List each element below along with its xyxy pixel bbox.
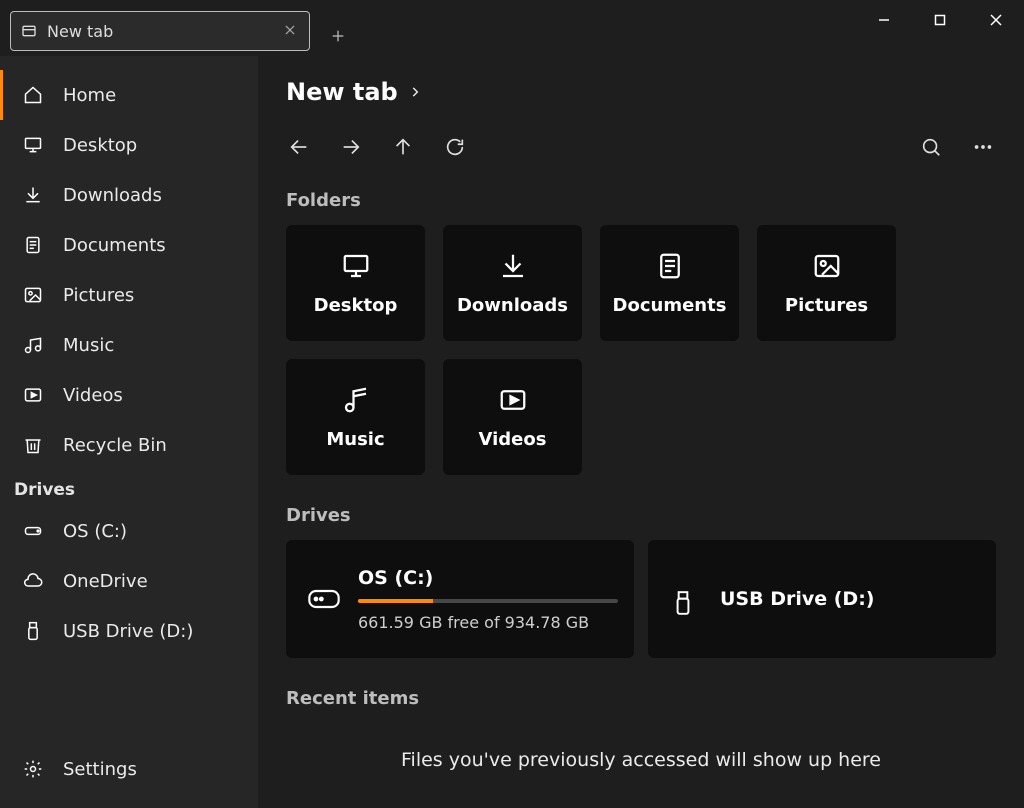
- usb-icon: [670, 588, 700, 610]
- folder-label: Music: [326, 429, 384, 450]
- main-content: New tab: [258, 56, 1024, 808]
- titlebar: New tab: [0, 0, 1024, 56]
- folder-label: Documents: [613, 295, 727, 316]
- sidebar-item-label: Music: [63, 335, 114, 356]
- sidebar-item-label: Desktop: [63, 135, 137, 156]
- folder-card-downloads[interactable]: Downloads: [443, 225, 582, 341]
- folder-card-pictures[interactable]: Pictures: [757, 225, 896, 341]
- drive-name: OS (C:): [358, 567, 618, 589]
- monitor-icon: [341, 251, 371, 281]
- tab-title: New tab: [47, 22, 273, 41]
- sidebar-item-downloads[interactable]: Downloads: [0, 170, 258, 220]
- music-icon: [341, 385, 371, 415]
- sidebar-item-drive-c[interactable]: OS (C:): [0, 506, 258, 556]
- sidebar-item-pictures[interactable]: Pictures: [0, 270, 258, 320]
- window-controls: [856, 0, 1024, 40]
- folder-card-documents[interactable]: Documents: [600, 225, 739, 341]
- folders-section-title: Folders: [286, 190, 996, 211]
- video-icon: [498, 385, 528, 415]
- chevron-right-icon: [408, 85, 422, 99]
- drive-icon: [23, 521, 43, 541]
- sidebar-item-label: Recycle Bin: [63, 435, 167, 456]
- sidebar-item-recycle-bin[interactable]: Recycle Bin: [0, 420, 258, 470]
- up-button[interactable]: [390, 134, 416, 160]
- home-icon: [23, 85, 43, 105]
- recent-empty-message: Files you've previously accessed will sh…: [286, 749, 996, 771]
- music-icon: [23, 335, 43, 355]
- drive-info: USB Drive (D:): [720, 588, 974, 610]
- close-window-button[interactable]: [968, 0, 1024, 40]
- sidebar-item-onedrive[interactable]: OneDrive: [0, 556, 258, 606]
- more-options-button[interactable]: [970, 134, 996, 160]
- sidebar-item-label: Pictures: [63, 285, 134, 306]
- document-icon: [655, 251, 685, 281]
- drive-info: OS (C:) 661.59 GB free of 934.78 GB: [358, 567, 618, 632]
- drive-name: USB Drive (D:): [720, 588, 974, 610]
- monitor-icon: [23, 135, 43, 155]
- sidebar-item-label: Downloads: [63, 185, 162, 206]
- image-icon: [23, 285, 43, 305]
- document-icon: [23, 235, 43, 255]
- folder-label: Desktop: [314, 295, 398, 316]
- cloud-icon: [23, 571, 43, 591]
- download-icon: [498, 251, 528, 281]
- breadcrumb[interactable]: New tab: [286, 78, 996, 106]
- sidebar-item-label: Documents: [63, 235, 166, 256]
- sidebar-item-label: Settings: [63, 759, 137, 780]
- sidebar-item-videos[interactable]: Videos: [0, 370, 258, 420]
- add-tab-button[interactable]: [320, 18, 356, 54]
- sidebar-item-label: Home: [63, 85, 116, 106]
- tab-new-tab[interactable]: New tab: [10, 11, 310, 51]
- minimize-button[interactable]: [856, 0, 912, 40]
- folder-card-music[interactable]: Music: [286, 359, 425, 475]
- drive-grid: OS (C:) 661.59 GB free of 934.78 GB USB …: [286, 540, 996, 658]
- page-title: New tab: [286, 78, 398, 106]
- sidebar-drives-header: Drives: [0, 470, 258, 506]
- drives-section-title: Drives: [286, 505, 996, 526]
- sidebar: Home Desktop Downloads Documents Picture: [0, 56, 258, 808]
- close-tab-icon[interactable]: [283, 23, 299, 39]
- drive-usage-fill: [358, 599, 433, 603]
- sidebar-item-desktop[interactable]: Desktop: [0, 120, 258, 170]
- video-icon: [23, 385, 43, 405]
- usb-icon: [23, 621, 43, 641]
- back-button[interactable]: [286, 134, 312, 160]
- sidebar-item-drive-d[interactable]: USB Drive (D:): [0, 606, 258, 656]
- drive-card-d[interactable]: USB Drive (D:): [648, 540, 996, 658]
- drive-icon: [308, 588, 338, 610]
- folder-card-desktop[interactable]: Desktop: [286, 225, 425, 341]
- sidebar-item-home[interactable]: Home: [0, 70, 258, 120]
- forward-button[interactable]: [338, 134, 364, 160]
- search-button[interactable]: [918, 134, 944, 160]
- app-icon: [21, 23, 37, 39]
- maximize-button[interactable]: [912, 0, 968, 40]
- sidebar-item-settings[interactable]: Settings: [0, 744, 258, 794]
- drive-free-text: 661.59 GB free of 934.78 GB: [358, 613, 618, 632]
- sidebar-item-documents[interactable]: Documents: [0, 220, 258, 270]
- image-icon: [812, 251, 842, 281]
- drive-card-c[interactable]: OS (C:) 661.59 GB free of 934.78 GB: [286, 540, 634, 658]
- folder-grid: Desktop Downloads Documents Pictures: [286, 225, 996, 475]
- sidebar-item-label: OS (C:): [63, 521, 127, 542]
- sidebar-item-label: Videos: [63, 385, 123, 406]
- toolbar: [286, 134, 996, 160]
- trash-icon: [23, 435, 43, 455]
- folder-card-videos[interactable]: Videos: [443, 359, 582, 475]
- sidebar-item-label: OneDrive: [63, 571, 148, 592]
- gear-icon: [23, 759, 43, 779]
- sidebar-item-music[interactable]: Music: [0, 320, 258, 370]
- download-icon: [23, 185, 43, 205]
- drive-usage-bar: [358, 599, 618, 603]
- tab-strip: New tab: [0, 0, 356, 54]
- refresh-button[interactable]: [442, 134, 468, 160]
- folder-label: Videos: [479, 429, 547, 450]
- folder-label: Downloads: [457, 295, 568, 316]
- folder-label: Pictures: [785, 295, 868, 316]
- recent-section-title: Recent items: [286, 688, 996, 709]
- sidebar-item-label: USB Drive (D:): [63, 621, 193, 642]
